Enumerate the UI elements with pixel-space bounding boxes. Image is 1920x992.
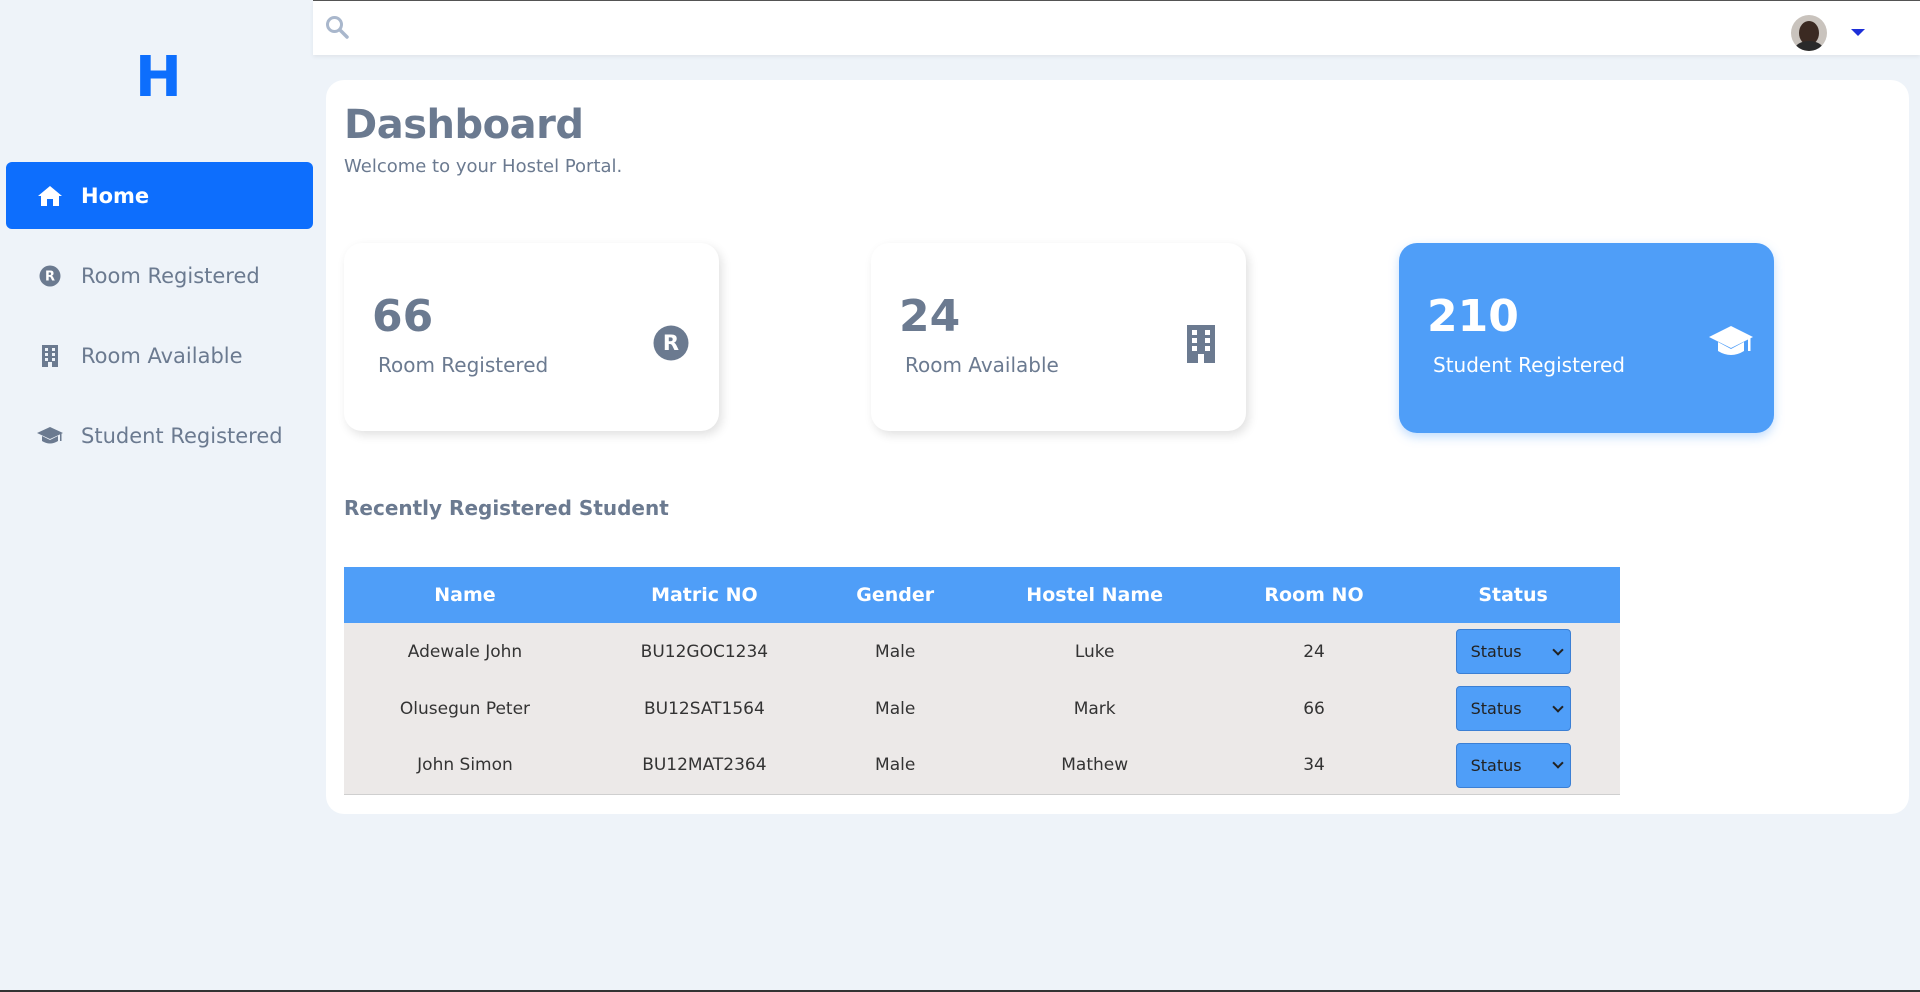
chevron-down-icon — [1551, 757, 1564, 769]
table-row: John Simon BU12MAT2364 Male Mathew 34 St… — [344, 737, 1620, 794]
page-subtitle: Welcome to your Hostel Portal. — [344, 156, 623, 177]
cell-room: 66 — [1303, 698, 1325, 719]
cell-status: Status — [1406, 737, 1620, 794]
graduation-cap-icon — [36, 424, 64, 448]
students-table: Name Matric NO Gender Hostel Name Room N… — [344, 567, 1620, 795]
cell-name: Adewale John — [407, 641, 523, 662]
status-dropdown-value: Status — [1470, 699, 1522, 718]
chevron-down-icon — [1551, 700, 1564, 713]
building-icon — [36, 344, 64, 368]
sidebar-item-student-registered[interactable]: Student Registered — [6, 402, 313, 469]
stat-label: Student Registered — [1433, 353, 1625, 377]
column-header[interactable]: Name — [344, 567, 586, 623]
svg-text:R: R — [45, 269, 55, 284]
sidebar-item-label: Room Available — [81, 343, 243, 368]
stat-card-room-registered[interactable]: 66 Room Registered R — [344, 243, 719, 431]
cell-status: Status — [1406, 680, 1620, 737]
cell-matric: BU12GOC1234 — [640, 641, 769, 662]
stat-card-room-available[interactable]: 24 Room Available — [871, 243, 1246, 431]
status-dropdown[interactable]: Status — [1455, 742, 1571, 788]
user-avatar[interactable] — [1791, 15, 1827, 51]
cell-hostel: Luke — [1074, 641, 1115, 662]
stat-value: 210 — [1427, 291, 1519, 342]
avatar-body — [1795, 41, 1823, 51]
table-row: Adewale John BU12GOC1234 Male Luke 24 St… — [344, 623, 1620, 680]
stat-label: Room Registered — [378, 353, 549, 377]
cell-matric: BU12MAT2364 — [642, 755, 767, 776]
sidebar-item-label: Home — [81, 183, 150, 208]
svg-text:R: R — [663, 331, 679, 355]
cell-gender: Male — [875, 755, 916, 776]
app-logo[interactable]: H — [135, 48, 182, 108]
stat-value: 66 — [372, 291, 434, 342]
status-dropdown[interactable]: Status — [1455, 686, 1571, 731]
stat-value: 24 — [899, 291, 961, 342]
top-bar — [313, 1, 1920, 55]
column-header[interactable]: Status — [1406, 567, 1620, 623]
cell-gender: Male — [875, 641, 916, 662]
building-icon — [1186, 325, 1216, 367]
status-dropdown-value: Status — [1470, 642, 1522, 661]
column-header[interactable]: Hostel Name — [968, 567, 1222, 623]
cell-name: Olusegun Peter — [399, 698, 531, 719]
search-icon[interactable] — [325, 15, 349, 43]
sidebar-item-home[interactable]: Home — [6, 162, 313, 229]
cell-matric: BU12SAT1564 — [643, 698, 765, 719]
status-dropdown[interactable]: Status — [1455, 629, 1571, 674]
table-row: Olusegun Peter BU12SAT1564 Male Mark 66 … — [344, 680, 1620, 737]
sidebar: H Home R Room Registered Room Available — [0, 0, 313, 990]
cell-hostel: Mathew — [1061, 755, 1129, 776]
table-header-row: Name Matric NO Gender Hostel Name Room N… — [344, 567, 1620, 623]
registered-icon: R — [36, 264, 64, 288]
cell-room: 34 — [1303, 755, 1325, 776]
column-header[interactable]: Room NO — [1222, 567, 1406, 623]
cell-gender: Male — [875, 698, 916, 719]
stat-label: Room Available — [905, 353, 1059, 377]
registered-icon: R — [653, 325, 689, 365]
column-header[interactable]: Matric NO — [586, 567, 823, 623]
cell-status: Status — [1406, 623, 1620, 680]
graduation-cap-icon — [1708, 325, 1754, 363]
stat-card-student-registered[interactable]: 210 Student Registered — [1399, 243, 1774, 433]
chevron-down-icon — [1551, 643, 1564, 656]
caret-down-icon[interactable] — [1851, 29, 1865, 36]
sidebar-item-room-registered[interactable]: R Room Registered — [6, 242, 313, 309]
column-header[interactable]: Gender — [823, 567, 968, 623]
home-icon — [36, 184, 64, 208]
cell-hostel: Mark — [1073, 698, 1116, 719]
dashboard-panel: Dashboard Welcome to your Hostel Portal.… — [326, 80, 1909, 814]
page-title: Dashboard — [344, 102, 584, 148]
section-title: Recently Registered Student — [344, 496, 669, 520]
sidebar-item-label: Student Registered — [81, 423, 283, 448]
sidebar-item-label: Room Registered — [81, 263, 260, 288]
sidebar-item-room-available[interactable]: Room Available — [6, 322, 313, 389]
status-dropdown-value: Status — [1470, 755, 1522, 775]
cell-room: 24 — [1303, 641, 1325, 662]
cell-name: John Simon — [417, 755, 513, 776]
